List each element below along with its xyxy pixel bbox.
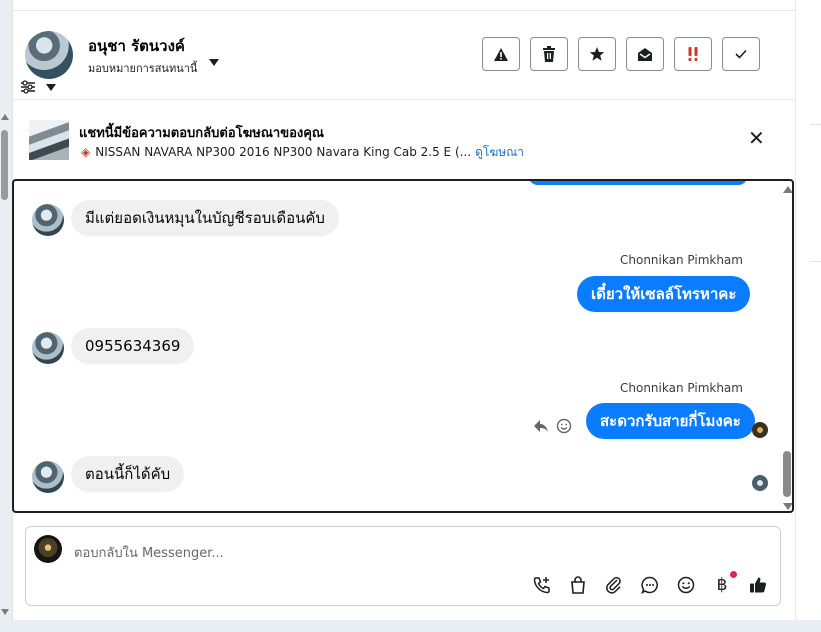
chevron-down-icon[interactable] <box>46 84 56 91</box>
baht-icon[interactable]: ฿ <box>711 574 733 596</box>
page-avatar-seen <box>752 422 768 438</box>
star-button[interactable] <box>578 37 616 71</box>
report-button[interactable] <box>482 37 520 71</box>
contact-avatar-small <box>32 204 64 236</box>
delete-button[interactable] <box>530 37 568 71</box>
priority-button[interactable] <box>674 37 712 71</box>
scroll-down-arrow-icon[interactable] <box>783 503 792 510</box>
header-divider <box>12 99 795 100</box>
contact-avatar[interactable] <box>25 31 73 79</box>
car-icon: ◈ <box>81 145 91 159</box>
scroll-down-arrow-icon[interactable] <box>1 609 9 615</box>
check-icon <box>735 49 747 59</box>
top-divider <box>12 10 795 11</box>
contact-avatar-small <box>32 332 64 364</box>
scroll-thumb[interactable] <box>1 130 8 200</box>
close-icon[interactable]: ✕ <box>748 128 765 148</box>
emoji-icon[interactable] <box>675 574 697 596</box>
shopping-bag-icon[interactable] <box>567 574 589 596</box>
ad-thumbnail[interactable] <box>29 120 69 160</box>
envelope-open-icon <box>638 47 652 61</box>
contact-name[interactable]: อนุชา รัตนวงค์ <box>88 34 185 58</box>
reply-input[interactable]: ตอบกลับใน Messenger... <box>74 542 224 563</box>
message-bubble-incoming[interactable]: 0955634369 <box>71 328 195 364</box>
scroll-up-arrow-icon[interactable] <box>783 186 792 193</box>
reply-composer[interactable]: ตอบกลับใน Messenger... ฿ <box>25 526 781 606</box>
ad-product-line: ◈ NISSAN NAVARA NP300 2016 NP300 Navara K… <box>81 143 524 162</box>
sender-name: Chonnikan Pimkham <box>620 253 743 267</box>
warning-icon <box>494 47 508 61</box>
react-emoji-icon[interactable] <box>556 418 572 434</box>
thumbs-up-icon[interactable] <box>747 574 769 596</box>
message-bubble-incoming[interactable]: มีแต่ยอดเงินหมุนในบัญชีรอบเดือนคับ <box>71 200 339 236</box>
divider <box>810 261 821 262</box>
filter-settings-icon[interactable] <box>20 80 36 94</box>
ad-reply-notice: แชทนี้มีข้อความตอบกลับต่อโฆษณาของคุณ <box>79 126 324 141</box>
ad-product-title: NISSAN NAVARA NP300 2016 NP300 Navara Ki… <box>95 145 472 159</box>
panel-scrollbar[interactable] <box>0 112 10 617</box>
scroll-up-arrow-icon[interactable] <box>1 114 9 120</box>
read-receipt-avatar <box>752 475 768 491</box>
message-bubble-outgoing[interactable]: สะดวกรับสายกี่โมงคะ <box>586 403 755 439</box>
trash-icon <box>543 46 555 62</box>
done-button[interactable] <box>722 37 760 71</box>
call-add-icon[interactable] <box>531 574 553 596</box>
scroll-thumb[interactable] <box>783 451 791 497</box>
sender-name: Chonnikan Pimkham <box>620 381 743 395</box>
thread-scrollbar[interactable] <box>781 181 792 511</box>
chevron-down-icon[interactable] <box>209 59 219 66</box>
star-icon <box>589 47 605 61</box>
message-bubble-outgoing[interactable]: เดี๋ยวให้เซลล์โทรหาคะ <box>577 276 751 312</box>
divider <box>810 124 821 125</box>
paperclip-icon[interactable] <box>603 574 625 596</box>
right-sidebar-edge <box>795 0 821 620</box>
chat-bubble-icon[interactable] <box>639 574 661 596</box>
page-avatar <box>34 535 62 563</box>
double-exclamation-icon <box>688 47 698 61</box>
message-bubble-outgoing[interactable] <box>528 181 748 185</box>
notification-dot <box>730 571 737 578</box>
message-thread[interactable]: มีแต่ยอดเงินหมุนในบัญชีรอบเดือนคับ Chonn… <box>12 179 794 513</box>
message-bubble-incoming[interactable]: ตอนนี้ก็ได้คับ <box>71 456 185 492</box>
reply-icon[interactable] <box>533 419 549 433</box>
assign-conversation-label[interactable]: มอบหมายการสนทนานี้ <box>88 59 197 77</box>
view-ad-link[interactable]: ดูโฆษณา <box>475 145 524 159</box>
contact-avatar-small <box>32 461 64 493</box>
mark-unread-button[interactable] <box>626 37 664 71</box>
